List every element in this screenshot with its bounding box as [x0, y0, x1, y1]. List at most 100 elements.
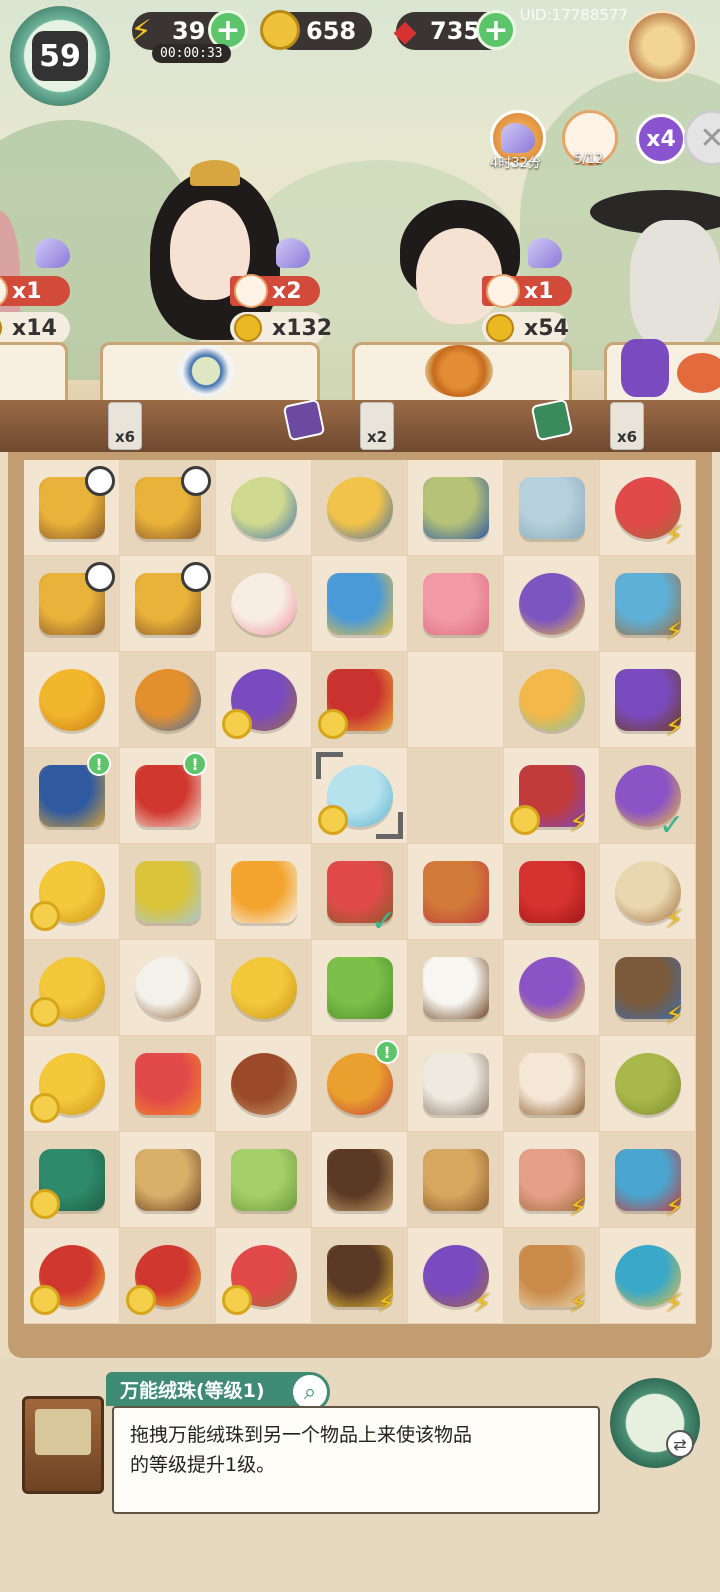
board-cell[interactable] — [408, 1132, 504, 1228]
wooden-chest-icon — [326, 1148, 393, 1211]
board-cell[interactable]: ⚡ — [504, 748, 600, 844]
alert-icon: ! — [183, 752, 207, 776]
board-cell[interactable]: ⚡ — [312, 1228, 408, 1324]
board-cell[interactable]: ⚡ — [600, 844, 696, 940]
cotton-bowl-icon — [134, 956, 201, 1019]
board-cell[interactable] — [24, 940, 120, 1036]
player-level: 59 — [32, 31, 88, 81]
board-cell[interactable] — [312, 460, 408, 556]
customer-hat-man[interactable] — [590, 180, 720, 350]
board-cell[interactable]: ⚡ — [600, 556, 696, 652]
board-cell[interactable]: ✓ — [600, 748, 696, 844]
storage-cabinet-button[interactable] — [22, 1396, 104, 1494]
board-cell[interactable] — [408, 940, 504, 1036]
board-cell[interactable] — [120, 844, 216, 940]
tea-crate-icon — [422, 1148, 489, 1211]
board-cell[interactable] — [408, 556, 504, 652]
board-cell[interactable]: ⚡ — [408, 1228, 504, 1324]
board-cell[interactable] — [504, 460, 600, 556]
shop-button[interactable] — [626, 10, 698, 82]
board-cell[interactable]: ⚡ — [504, 1132, 600, 1228]
board-cell[interactable]: ! — [120, 748, 216, 844]
lightning-icon: ⚡ — [569, 1289, 588, 1319]
card-pack-icon[interactable] — [530, 398, 574, 442]
board-cell[interactable] — [504, 556, 600, 652]
coin-icon — [222, 1285, 252, 1315]
timer-icon — [181, 466, 211, 496]
board-cell[interactable] — [120, 1036, 216, 1132]
add-gems-button[interactable]: + — [476, 10, 516, 50]
board-cell[interactable] — [216, 556, 312, 652]
board-cell[interactable]: ! — [312, 1036, 408, 1132]
swap-icon: ⇄ — [666, 1430, 694, 1458]
board-cell[interactable]: ⚡ — [504, 1228, 600, 1324]
multiplier-button[interactable]: x4 — [636, 114, 686, 164]
board-cell[interactable]: ⚡ — [600, 1228, 696, 1324]
merge-board: ⚡ ⚡ ⚡!! ⚡ ✓ ✓ ⚡ ⚡! ⚡ ⚡ ⚡ ⚡ ⚡ ⚡ — [8, 452, 712, 1358]
cat-reward-badge: x2 — [230, 274, 320, 308]
board-cell[interactable] — [120, 652, 216, 748]
board-cell[interactable] — [504, 940, 600, 1036]
board-cell[interactable] — [312, 652, 408, 748]
board-cell[interactable] — [408, 844, 504, 940]
board-cell[interactable]: ! — [24, 748, 120, 844]
board-cell[interactable] — [216, 460, 312, 556]
board-cell[interactable] — [24, 652, 120, 748]
board-cell[interactable] — [216, 748, 312, 844]
board-cell[interactable] — [504, 1036, 600, 1132]
board-cell[interactable] — [24, 556, 120, 652]
cat-reward-badge: x1 — [0, 274, 70, 308]
coin-icon — [30, 901, 60, 931]
board-cell[interactable] — [120, 940, 216, 1036]
board-cell[interactable] — [24, 1036, 120, 1132]
ruby-icon: ◆ — [393, 13, 417, 49]
card-pack-icon[interactable] — [282, 398, 326, 442]
board-cell[interactable] — [216, 1036, 312, 1132]
coin-icon — [234, 314, 262, 342]
board-cell[interactable] — [504, 652, 600, 748]
board-cell[interactable] — [24, 1132, 120, 1228]
board-cell[interactable] — [216, 1228, 312, 1324]
coin-reward-value: x132 — [272, 315, 333, 341]
coin-icon — [510, 805, 540, 835]
board-cell[interactable] — [24, 844, 120, 940]
board-cell[interactable] — [312, 748, 408, 844]
shovel-tag: x6 — [108, 402, 142, 450]
board-cell[interactable]: ⚡ — [600, 460, 696, 556]
board-cell[interactable] — [312, 1132, 408, 1228]
board-cell[interactable] — [120, 1132, 216, 1228]
board-cell[interactable] — [24, 1228, 120, 1324]
board-cell[interactable] — [216, 652, 312, 748]
board-cell[interactable] — [408, 1036, 504, 1132]
board-cell[interactable] — [120, 460, 216, 556]
shovel-tag: x2 — [360, 402, 394, 450]
player-level-badge[interactable]: 59 — [10, 6, 110, 106]
board-cell[interactable] — [504, 844, 600, 940]
lightning-icon: ⚡ — [569, 809, 588, 839]
board-cell[interactable] — [312, 556, 408, 652]
coin-icon — [318, 805, 348, 835]
temple-button[interactable]: ⇄ — [610, 1378, 700, 1468]
board-cell[interactable] — [120, 556, 216, 652]
board-cell[interactable] — [408, 460, 504, 556]
board-cell[interactable] — [120, 1228, 216, 1324]
board-cell[interactable] — [216, 940, 312, 1036]
board-cell[interactable]: ⚡ — [600, 940, 696, 1036]
lightning-icon: ⚡ — [665, 713, 684, 743]
board-cell[interactable] — [312, 940, 408, 1036]
coin-icon — [30, 1285, 60, 1315]
board-cell[interactable] — [24, 460, 120, 556]
coin-icon — [260, 10, 300, 50]
lightning-icon: ⚡ — [665, 905, 684, 935]
board-cell[interactable] — [600, 1036, 696, 1132]
multiplier-label: x4 — [646, 126, 676, 152]
board-cell[interactable]: ⚡ — [600, 652, 696, 748]
lantern-icon — [422, 860, 489, 923]
board-cell[interactable] — [408, 748, 504, 844]
board-cell[interactable] — [216, 844, 312, 940]
board-cell[interactable]: ⚡ — [600, 1132, 696, 1228]
woven-basket-icon — [614, 1052, 681, 1115]
board-cell[interactable] — [216, 1132, 312, 1228]
board-cell[interactable]: ✓ — [312, 844, 408, 940]
board-cell[interactable] — [408, 652, 504, 748]
